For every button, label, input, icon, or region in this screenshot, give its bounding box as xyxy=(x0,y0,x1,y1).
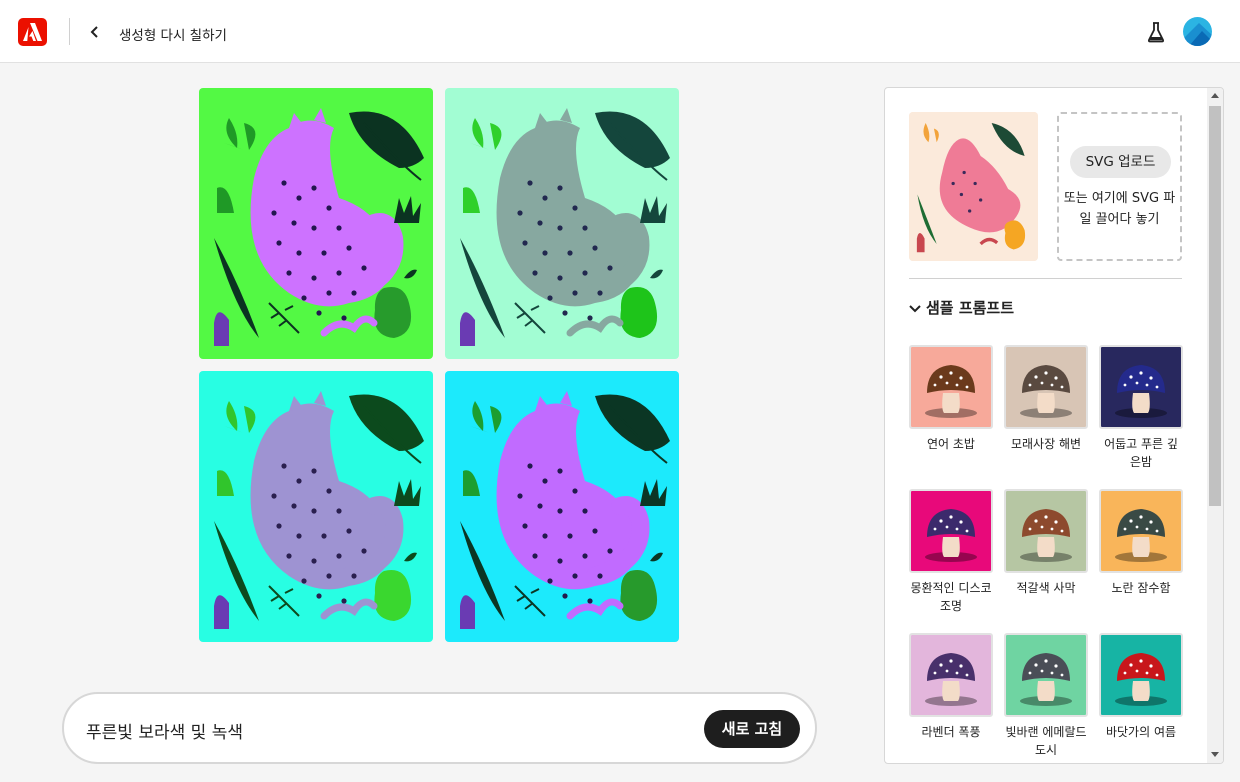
header-divider xyxy=(69,18,70,45)
sample-mushroom-thumbnail[interactable] xyxy=(1004,345,1088,429)
sample-card-label: 연어 초밥 xyxy=(927,437,975,451)
sample-panel: SVG 업로드 또는 여기에 SVG 파일 끌어다 놓기 샘플 프롬프트 연어 … xyxy=(884,87,1224,764)
sample-mushroom-thumbnail[interactable] xyxy=(1004,633,1088,717)
variation-4[interactable] xyxy=(445,371,679,642)
sample-card[interactable]: 몽환적인 디스코 조명 xyxy=(909,489,993,615)
sample-card-label: 노란 잠수함 xyxy=(1111,581,1171,595)
prompt-text[interactable]: 푸른빛 보라색 및 녹색 xyxy=(86,718,243,743)
app-header: 생성형 다시 칠하기 xyxy=(0,0,1240,63)
variation-3[interactable] xyxy=(199,371,433,642)
sample-card[interactable]: 라벤더 폭풍 xyxy=(909,633,993,741)
sample-card-label: 라벤더 폭풍 xyxy=(921,725,981,739)
sample-card[interactable]: 연어 초밥 xyxy=(909,345,993,453)
chevron-down-icon xyxy=(909,304,921,312)
refresh-button[interactable]: 새로 고침 xyxy=(704,710,800,748)
sample-prompts-toggle[interactable]: 샘플 프롬프트 xyxy=(909,297,1014,318)
sample-card[interactable]: 빛바랜 에메랄드 도시 xyxy=(1004,633,1088,759)
variation-1[interactable] xyxy=(199,88,433,359)
sample-mushroom-thumbnail[interactable] xyxy=(909,489,993,573)
upload-hint: 또는 여기에 SVG 파일 끌어다 놓기 xyxy=(1063,191,1176,227)
sample-mushroom-thumbnail[interactable] xyxy=(1099,345,1183,429)
sample-mushroom-thumbnail[interactable] xyxy=(909,345,993,429)
back-icon[interactable] xyxy=(84,20,106,44)
sample-card[interactable]: 노란 잠수함 xyxy=(1099,489,1183,597)
section-title: 샘플 프롬프트 xyxy=(926,299,1015,317)
page-title: 생성형 다시 칠하기 xyxy=(119,28,227,44)
flask-icon[interactable] xyxy=(1145,20,1167,44)
user-avatar[interactable] xyxy=(1183,17,1212,46)
sample-card-label: 몽환적인 디스코 조명 xyxy=(910,581,992,613)
scroll-up-arrow-icon[interactable] xyxy=(1211,93,1219,98)
sample-card[interactable]: 모래사장 해변 xyxy=(1004,345,1088,453)
sample-card-label: 빛바랜 에메랄드 도시 xyxy=(1005,725,1087,757)
sample-card[interactable]: 어둡고 푸른 깊은밤 xyxy=(1099,345,1183,471)
sample-card-label: 모래사장 해변 xyxy=(1010,437,1082,451)
scrollbar-thumb[interactable] xyxy=(1209,106,1221,506)
sample-mushroom-thumbnail[interactable] xyxy=(1004,489,1088,573)
sample-mushroom-thumbnail[interactable] xyxy=(1099,489,1183,573)
prompt-input[interactable]: 푸른빛 보라색 및 녹색 새로 고침 xyxy=(62,692,817,764)
sample-card-label: 적갈색 사막 xyxy=(1016,581,1076,595)
variation-2[interactable] xyxy=(445,88,679,359)
svg-drop-zone[interactable]: SVG 업로드 또는 여기에 SVG 파일 끌어다 놓기 xyxy=(1057,112,1182,261)
upload-svg-button[interactable]: SVG 업로드 xyxy=(1070,146,1171,178)
sample-card[interactable]: 바닷가의 여름 xyxy=(1099,633,1183,741)
adobe-logo-icon[interactable] xyxy=(18,18,47,46)
sample-card[interactable]: 적갈색 사막 xyxy=(1004,489,1088,597)
sample-card-label: 어둡고 푸른 깊은밤 xyxy=(1104,437,1178,469)
sample-card-label: 바닷가의 여름 xyxy=(1105,725,1177,739)
source-artwork-thumbnail[interactable] xyxy=(909,112,1038,261)
sample-mushroom-thumbnail[interactable] xyxy=(909,633,993,717)
scroll-down-arrow-icon[interactable] xyxy=(1211,752,1219,757)
sample-mushroom-thumbnail[interactable] xyxy=(1099,633,1183,717)
panel-divider xyxy=(909,278,1182,279)
